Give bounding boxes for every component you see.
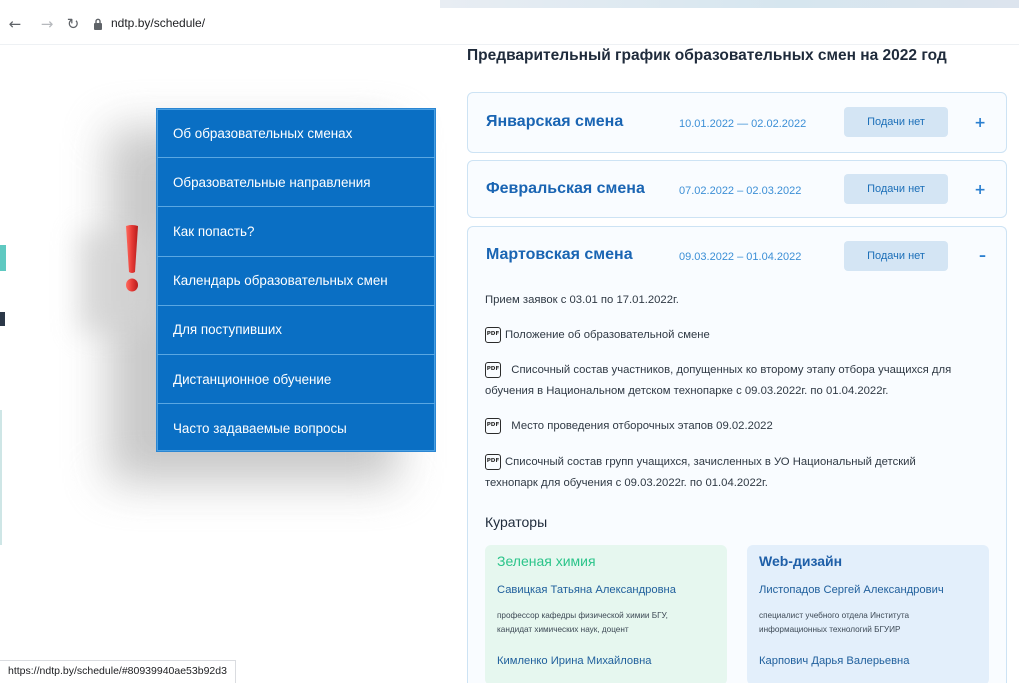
expand-icon[interactable]: + <box>974 115 986 131</box>
pdf-icon: PDF <box>485 418 501 435</box>
shift-title: Мартовская смена <box>486 246 633 263</box>
curator-person: Кимленко Ирина Михайловна <box>497 655 652 667</box>
doc-link-label: Место проведения отборочных этапов 09.02… <box>511 420 773 432</box>
menu-shadow <box>80 232 160 332</box>
sidebar-item-distance[interactable]: Дистанционное обучение <box>157 355 435 405</box>
reload-button[interactable]: ↻ <box>64 15 82 33</box>
address-bar[interactable]: ndtp.by/schedule/ <box>111 16 205 30</box>
edge-decoration <box>0 312 5 326</box>
doc-link-label: Списочный состав групп учащихся, зачисле… <box>505 456 916 468</box>
curator-card-web-design: Web-дизайн Листопадов Сергей Александров… <box>747 545 989 683</box>
doc-link-regulation[interactable]: PDF Положение об образовательной смене <box>485 325 710 346</box>
curator-person: Листопадов Сергей Александрович <box>759 584 944 596</box>
doc-link-label: технопарк для обучения с 09.03.2022г. по… <box>485 477 768 489</box>
status-button[interactable]: Подачи нет <box>844 241 948 271</box>
page-title: Предварительный график образовательных с… <box>467 47 947 64</box>
edge-decoration <box>0 410 8 545</box>
shift-title: Январская смена <box>486 113 624 130</box>
doc-link-groups[interactable]: PDF Списочный состав групп учащихся, зачи… <box>485 452 916 494</box>
shift-dates: 07.02.2022 – 02.03.2022 <box>679 185 802 197</box>
curator-description: специалист учебного отдела Института инфо… <box>759 611 910 634</box>
curator-card-green-chemistry: Зеленая химия Савицкая Татьяна Александр… <box>485 545 727 683</box>
browser-toolbar: ← → ↻ ndtp.by/schedule/ <box>0 0 1019 44</box>
shift-dates: 09.03.2022 – 01.04.2022 <box>679 251 802 263</box>
shift-card-january[interactable]: Январская смена 10.01.2022 — 02.02.2022 … <box>467 92 1007 153</box>
curator-direction: Зеленая химия <box>497 553 596 569</box>
sidebar-menu: Об образовательных сменах Образовательны… <box>156 108 436 452</box>
pdf-icon: PDF <box>485 454 501 471</box>
curator-person: Савицкая Татьяна Александровна <box>497 584 676 596</box>
doc-link-label: Списочный состав участников, допущенных … <box>511 364 952 376</box>
sidebar-item-calendar[interactable]: Календарь образовательных смен <box>157 257 435 306</box>
doc-link-label: обучения в Национальном детском технопар… <box>485 385 889 397</box>
curator-description: профессор кафедры физической химии БГУ, к… <box>497 611 668 634</box>
doc-link-participants[interactable]: PDF Списочный состав участников, допущен… <box>485 360 951 402</box>
doc-link-venue[interactable]: PDF Место проведения отборочных этапов 0… <box>485 416 773 437</box>
back-button[interactable]: ← <box>6 15 24 33</box>
curator-direction: Web-дизайн <box>759 553 843 569</box>
status-button[interactable]: Подачи нет <box>844 107 948 137</box>
sidebar-item-directions[interactable]: Образовательные направления <box>157 158 435 208</box>
sidebar-item-how-to-join[interactable]: Как попасть? <box>157 207 435 257</box>
expand-icon[interactable]: + <box>974 182 986 198</box>
curators-heading: Кураторы <box>485 514 548 530</box>
page-banner-strip <box>440 0 1019 8</box>
sidebar-item-faq[interactable]: Часто задаваемые вопросы <box>157 404 435 453</box>
lock-icon <box>94 18 102 30</box>
curator-person: Карпович Дарья Валерьевна <box>759 655 910 667</box>
shift-dates: 10.01.2022 — 02.02.2022 <box>679 118 807 130</box>
shift-title: Февральская смена <box>486 180 645 197</box>
doc-link-label: Положение об образовательной смене <box>505 329 710 341</box>
exclamation-mark-icon <box>126 225 138 292</box>
sidebar-item-about[interactable]: Об образовательных сменах <box>157 109 435 159</box>
status-bar-url: https://ndtp.by/schedule/#80939940ae53b9… <box>0 660 236 683</box>
intake-period: Прием заявок с 03.01 по 17.01.2022г. <box>485 294 679 306</box>
pdf-icon: PDF <box>485 362 501 379</box>
sidebar-item-admitted[interactable]: Для поступивших <box>157 306 435 355</box>
forward-button[interactable]: → <box>38 15 56 33</box>
status-button[interactable]: Подачи нет <box>844 174 948 204</box>
shift-card-february[interactable]: Февральская смена 07.02.2022 – 02.03.202… <box>467 160 1007 218</box>
toolbar-divider <box>0 44 1019 45</box>
edge-decoration <box>0 245 6 271</box>
collapse-icon[interactable]: – <box>979 248 986 264</box>
pdf-icon: PDF <box>485 327 501 344</box>
